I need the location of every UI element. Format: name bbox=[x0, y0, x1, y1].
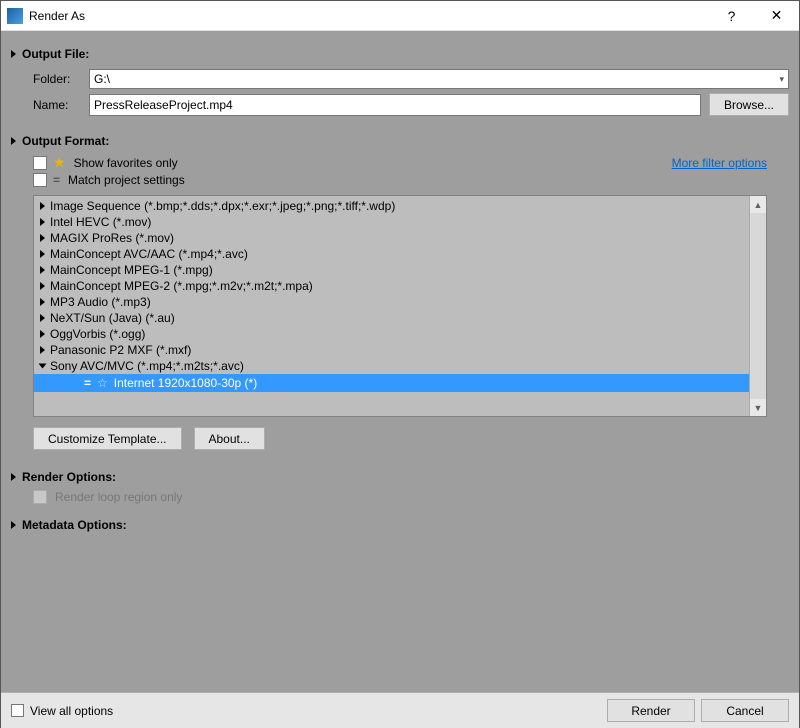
about-button[interactable]: About... bbox=[194, 427, 265, 450]
section-title: Output Format: bbox=[22, 134, 109, 148]
output-file-section: Output File: Folder: G:\ ▾ Name: Browse.… bbox=[11, 43, 789, 116]
loop-region-label: Render loop region only bbox=[55, 490, 182, 504]
view-all-label: View all options bbox=[30, 704, 113, 718]
chevron-right-icon bbox=[40, 266, 45, 274]
metadata-options-header[interactable]: Metadata Options: bbox=[11, 514, 789, 536]
bottom-bar: View all options Render Cancel bbox=[1, 692, 799, 728]
format-item[interactable]: MP3 Audio (*.mp3) bbox=[34, 294, 749, 310]
folder-label: Folder: bbox=[33, 72, 89, 86]
chevron-right-icon bbox=[40, 218, 45, 226]
scroll-up-button[interactable]: ▲ bbox=[750, 196, 766, 213]
render-options-section: Render Options: Render loop region only bbox=[11, 466, 789, 504]
folder-value: G:\ bbox=[94, 72, 110, 86]
format-buttons: Customize Template... About... bbox=[33, 427, 767, 450]
cancel-button[interactable]: Cancel bbox=[701, 699, 789, 722]
loop-region-row: Render loop region only bbox=[33, 490, 789, 504]
section-title: Render Options: bbox=[22, 470, 116, 484]
section-title: Output File: bbox=[22, 47, 89, 61]
match-project-row: = Match project settings bbox=[33, 173, 789, 187]
chevron-right-icon bbox=[40, 330, 45, 338]
loop-region-checkbox bbox=[33, 490, 47, 504]
chevron-right-icon bbox=[11, 521, 16, 529]
more-filter-link[interactable]: More filter options bbox=[672, 156, 767, 170]
template-item-selected[interactable]: = ☆ Internet 1920x1080-30p (*) bbox=[34, 374, 749, 392]
name-label: Name: bbox=[33, 98, 89, 112]
chevron-down-icon bbox=[39, 364, 47, 369]
chevron-right-icon bbox=[40, 298, 45, 306]
format-item[interactable]: MainConcept AVC/AAC (*.mp4;*.avc) bbox=[34, 246, 749, 262]
format-list-container: Image Sequence (*.bmp;*.dds;*.dpx;*.exr;… bbox=[33, 195, 767, 417]
help-button[interactable]: ? bbox=[709, 1, 754, 31]
view-all-checkbox[interactable] bbox=[11, 704, 24, 717]
name-row: Name: Browse... bbox=[33, 93, 789, 116]
format-item[interactable]: OggVorbis (*.ogg) bbox=[34, 326, 749, 342]
section-title: Metadata Options: bbox=[22, 518, 127, 532]
chevron-right-icon bbox=[40, 234, 45, 242]
equals-icon: = bbox=[84, 376, 91, 390]
format-item[interactable]: NeXT/Sun (Java) (*.au) bbox=[34, 310, 749, 326]
format-item[interactable]: MainConcept MPEG-1 (*.mpg) bbox=[34, 262, 749, 278]
folder-row: Folder: G:\ ▾ bbox=[33, 69, 789, 89]
chevron-right-icon bbox=[11, 50, 16, 58]
format-item[interactable]: MainConcept MPEG-2 (*.mpg;*.m2v;*.m2t;*.… bbox=[34, 278, 749, 294]
match-project-label: Match project settings bbox=[68, 173, 185, 187]
equals-icon: = bbox=[53, 173, 60, 187]
app-icon bbox=[7, 8, 23, 24]
chevron-right-icon bbox=[40, 346, 45, 354]
format-item[interactable]: Intel HEVC (*.mov) bbox=[34, 214, 749, 230]
match-project-checkbox[interactable] bbox=[33, 173, 47, 187]
output-format-header[interactable]: Output Format: bbox=[11, 130, 789, 152]
template-label: Internet 1920x1080-30p (*) bbox=[114, 376, 257, 390]
star-icon: ★ bbox=[53, 154, 66, 171]
format-item[interactable]: MAGIX ProRes (*.mov) bbox=[34, 230, 749, 246]
render-options-header[interactable]: Render Options: bbox=[11, 466, 789, 488]
chevron-right-icon bbox=[40, 250, 45, 258]
show-favorites-label: Show favorites only bbox=[74, 156, 178, 170]
scroll-down-button[interactable]: ▼ bbox=[750, 399, 766, 416]
folder-combo[interactable]: G:\ ▾ bbox=[89, 69, 789, 89]
close-button[interactable]: ✕ bbox=[754, 1, 799, 31]
format-item-expanded[interactable]: Sony AVC/MVC (*.mp4;*.m2ts;*.avc) bbox=[34, 358, 749, 374]
show-favorites-checkbox[interactable] bbox=[33, 156, 47, 170]
star-outline-icon: ☆ bbox=[97, 376, 108, 390]
chevron-right-icon bbox=[40, 282, 45, 290]
output-format-section: Output Format: More filter options ★ Sho… bbox=[11, 130, 789, 450]
render-button[interactable]: Render bbox=[607, 699, 695, 722]
format-item[interactable]: Image Sequence (*.bmp;*.dds;*.dpx;*.exr;… bbox=[34, 198, 749, 214]
chevron-right-icon bbox=[40, 202, 45, 210]
chevron-right-icon bbox=[11, 473, 16, 481]
browse-button[interactable]: Browse... bbox=[709, 93, 789, 116]
dialog-content: Output File: Folder: G:\ ▾ Name: Browse.… bbox=[1, 31, 799, 692]
format-list[interactable]: Image Sequence (*.bmp;*.dds;*.dpx;*.exr;… bbox=[34, 196, 749, 416]
customize-template-button[interactable]: Customize Template... bbox=[33, 427, 182, 450]
chevron-down-icon: ▾ bbox=[779, 74, 784, 85]
metadata-options-section: Metadata Options: bbox=[11, 514, 789, 536]
chevron-right-icon bbox=[40, 314, 45, 322]
titlebar: Render As ? ✕ bbox=[1, 1, 799, 31]
name-input[interactable] bbox=[89, 94, 701, 116]
output-file-header[interactable]: Output File: bbox=[11, 43, 789, 65]
window-title: Render As bbox=[29, 9, 709, 23]
chevron-right-icon bbox=[11, 137, 16, 145]
scrollbar[interactable]: ▲ ▼ bbox=[749, 196, 766, 416]
format-item[interactable]: Panasonic P2 MXF (*.mxf) bbox=[34, 342, 749, 358]
